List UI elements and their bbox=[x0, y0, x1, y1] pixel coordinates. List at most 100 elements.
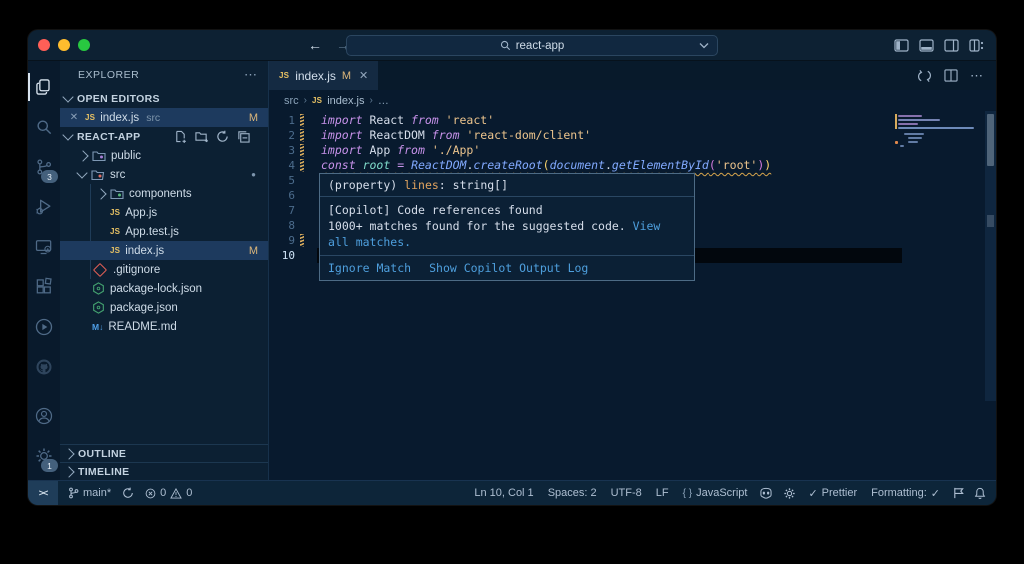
minimap[interactable] bbox=[898, 113, 983, 153]
close-icon[interactable]: ✕ bbox=[68, 112, 80, 123]
folder-icon bbox=[92, 150, 106, 162]
toggle-panel-icon[interactable] bbox=[919, 39, 934, 52]
minimap-modified-marker bbox=[895, 114, 897, 129]
prettier-status[interactable]: ✓ Prettier bbox=[801, 481, 864, 505]
remote-explorer-icon[interactable] bbox=[28, 227, 60, 267]
js-file-icon: JS bbox=[110, 246, 120, 255]
scrollbar[interactable] bbox=[985, 111, 996, 401]
bell-icon bbox=[974, 487, 986, 500]
copilot-status[interactable] bbox=[754, 481, 778, 505]
formatting-status[interactable]: Formatting: ✓ bbox=[864, 481, 947, 505]
code-editor[interactable]: 12345678910 import React from 'react'imp… bbox=[269, 111, 996, 480]
new-folder-icon[interactable] bbox=[195, 130, 208, 143]
extension-gear-status[interactable] bbox=[778, 481, 801, 505]
chevron-down-icon[interactable] bbox=[699, 42, 709, 49]
encoding-status[interactable]: UTF-8 bbox=[604, 481, 649, 505]
git-icon bbox=[93, 262, 107, 276]
copilot-icon bbox=[759, 487, 773, 499]
chevron-right-icon bbox=[63, 466, 74, 477]
github-icon[interactable] bbox=[28, 347, 60, 387]
error-icon bbox=[145, 488, 156, 499]
tab-bar: JS index.js M ✕ ⋯ bbox=[269, 61, 996, 90]
command-center[interactable]: react-app bbox=[346, 35, 718, 56]
section-timeline[interactable]: TIMELINE bbox=[60, 462, 268, 480]
minimize-window-button[interactable] bbox=[58, 39, 70, 51]
feedback-status[interactable] bbox=[947, 481, 970, 505]
title-bar: ← → react-app bbox=[28, 30, 996, 61]
chevron-down-icon bbox=[62, 91, 73, 102]
eol-status[interactable]: LF bbox=[649, 481, 676, 505]
git-modified-badge: M bbox=[249, 112, 258, 124]
tree-item-index-js[interactable]: JS index.js M bbox=[60, 241, 268, 260]
split-editor-icon[interactable] bbox=[944, 69, 958, 82]
section-outline[interactable]: OUTLINE bbox=[60, 444, 268, 462]
account-icon[interactable] bbox=[28, 396, 60, 436]
section-workspace[interactable]: REACT-APP bbox=[60, 127, 268, 146]
hover-copilot-message: [Copilot] Code references found 1000+ ma… bbox=[320, 197, 694, 255]
new-file-icon[interactable] bbox=[174, 130, 187, 143]
folder-open-icon bbox=[91, 169, 105, 181]
show-copilot-output-log-link[interactable]: Show Copilot Output Log bbox=[429, 261, 588, 275]
sync-status[interactable] bbox=[118, 481, 138, 505]
toggle-sidebar-left-icon[interactable] bbox=[894, 39, 909, 52]
branch-status[interactable]: main* bbox=[58, 481, 118, 505]
tree-item-app-js[interactable]: JS App.js bbox=[60, 203, 268, 222]
breadcrumb[interactable]: src › JS index.js › … bbox=[269, 90, 996, 111]
remote-indicator[interactable]: >< bbox=[28, 481, 58, 505]
notifications-status[interactable] bbox=[970, 481, 990, 505]
breadcrumb-separator: › bbox=[370, 95, 373, 106]
warning-icon bbox=[170, 488, 182, 499]
settings-gear-icon[interactable]: 1 bbox=[28, 436, 60, 476]
explorer-sidebar: EXPLORER ⋯ OPEN EDITORS ✕ JS index.js sr… bbox=[60, 61, 269, 480]
open-editor-item[interactable]: ✕ JS index.js src M bbox=[60, 108, 268, 127]
close-tab-icon[interactable]: ✕ bbox=[359, 69, 368, 82]
back-icon[interactable]: ← bbox=[308, 37, 322, 53]
tree-item-readme-md[interactable]: M↓ README.md bbox=[60, 317, 268, 336]
gutter: 12345678910 bbox=[269, 113, 317, 263]
tree-item-src[interactable]: src ● bbox=[60, 165, 268, 184]
toggle-sidebar-right-icon[interactable] bbox=[944, 39, 959, 52]
search-icon[interactable] bbox=[28, 107, 60, 147]
zoom-window-button[interactable] bbox=[78, 39, 90, 51]
activity-bar: 3 1 bbox=[28, 61, 60, 480]
indentation-status[interactable]: Spaces: 2 bbox=[541, 481, 604, 505]
js-file-icon: JS bbox=[110, 227, 120, 236]
open-changes-icon[interactable] bbox=[917, 69, 932, 83]
more-actions-icon[interactable]: ⋯ bbox=[970, 68, 984, 84]
ignore-match-link[interactable]: Ignore Match bbox=[328, 261, 411, 275]
command-center-text: react-app bbox=[516, 40, 565, 52]
editor-group: JS index.js M ✕ ⋯ src › JS index.js › … bbox=[269, 61, 996, 480]
customize-layout-icon[interactable] bbox=[969, 39, 984, 52]
js-file-icon: JS bbox=[312, 96, 322, 105]
section-open-editors[interactable]: OPEN EDITORS bbox=[60, 89, 268, 108]
tree-item-public[interactable]: public bbox=[60, 146, 268, 165]
hover-widget: (property) lines: string[] [Copilot] Cod… bbox=[319, 173, 695, 281]
file-tree: public src ● components JS App.j bbox=[60, 146, 268, 336]
check-icon: ✓ bbox=[808, 487, 817, 500]
source-control-icon[interactable]: 3 bbox=[28, 147, 60, 187]
problems-status[interactable]: 0 0 bbox=[138, 481, 199, 505]
tree-item-package-lock-json[interactable]: package-lock.json bbox=[60, 279, 268, 298]
close-window-button[interactable] bbox=[38, 39, 50, 51]
tree-item-package-json[interactable]: package.json bbox=[60, 298, 268, 317]
git-modified-badge: M bbox=[342, 70, 351, 82]
cursor-position[interactable]: Ln 10, Col 1 bbox=[467, 481, 540, 505]
tab-index-js[interactable]: JS index.js M ✕ bbox=[269, 61, 378, 90]
language-status[interactable]: { } JavaScript bbox=[676, 481, 755, 505]
views-more-actions-icon[interactable]: ⋯ bbox=[244, 67, 258, 83]
live-preview-icon[interactable] bbox=[28, 307, 60, 347]
chevron-right-icon bbox=[95, 188, 106, 199]
markdown-icon: M↓ bbox=[92, 322, 103, 332]
scrollbar-thumb[interactable] bbox=[987, 114, 994, 166]
explorer-icon[interactable] bbox=[28, 67, 60, 107]
breadcrumb-separator: › bbox=[304, 95, 307, 106]
collapse-all-icon[interactable] bbox=[237, 130, 250, 143]
refresh-icon[interactable] bbox=[216, 130, 229, 143]
extensions-icon[interactable] bbox=[28, 267, 60, 307]
brackets-icon: { } bbox=[683, 488, 692, 499]
tree-item-gitignore[interactable]: .gitignore bbox=[60, 260, 268, 279]
tree-item-app-test-js[interactable]: JS App.test.js bbox=[60, 222, 268, 241]
tree-item-components[interactable]: components bbox=[60, 184, 268, 203]
npm-icon bbox=[92, 282, 105, 295]
run-debug-icon[interactable] bbox=[28, 187, 60, 227]
